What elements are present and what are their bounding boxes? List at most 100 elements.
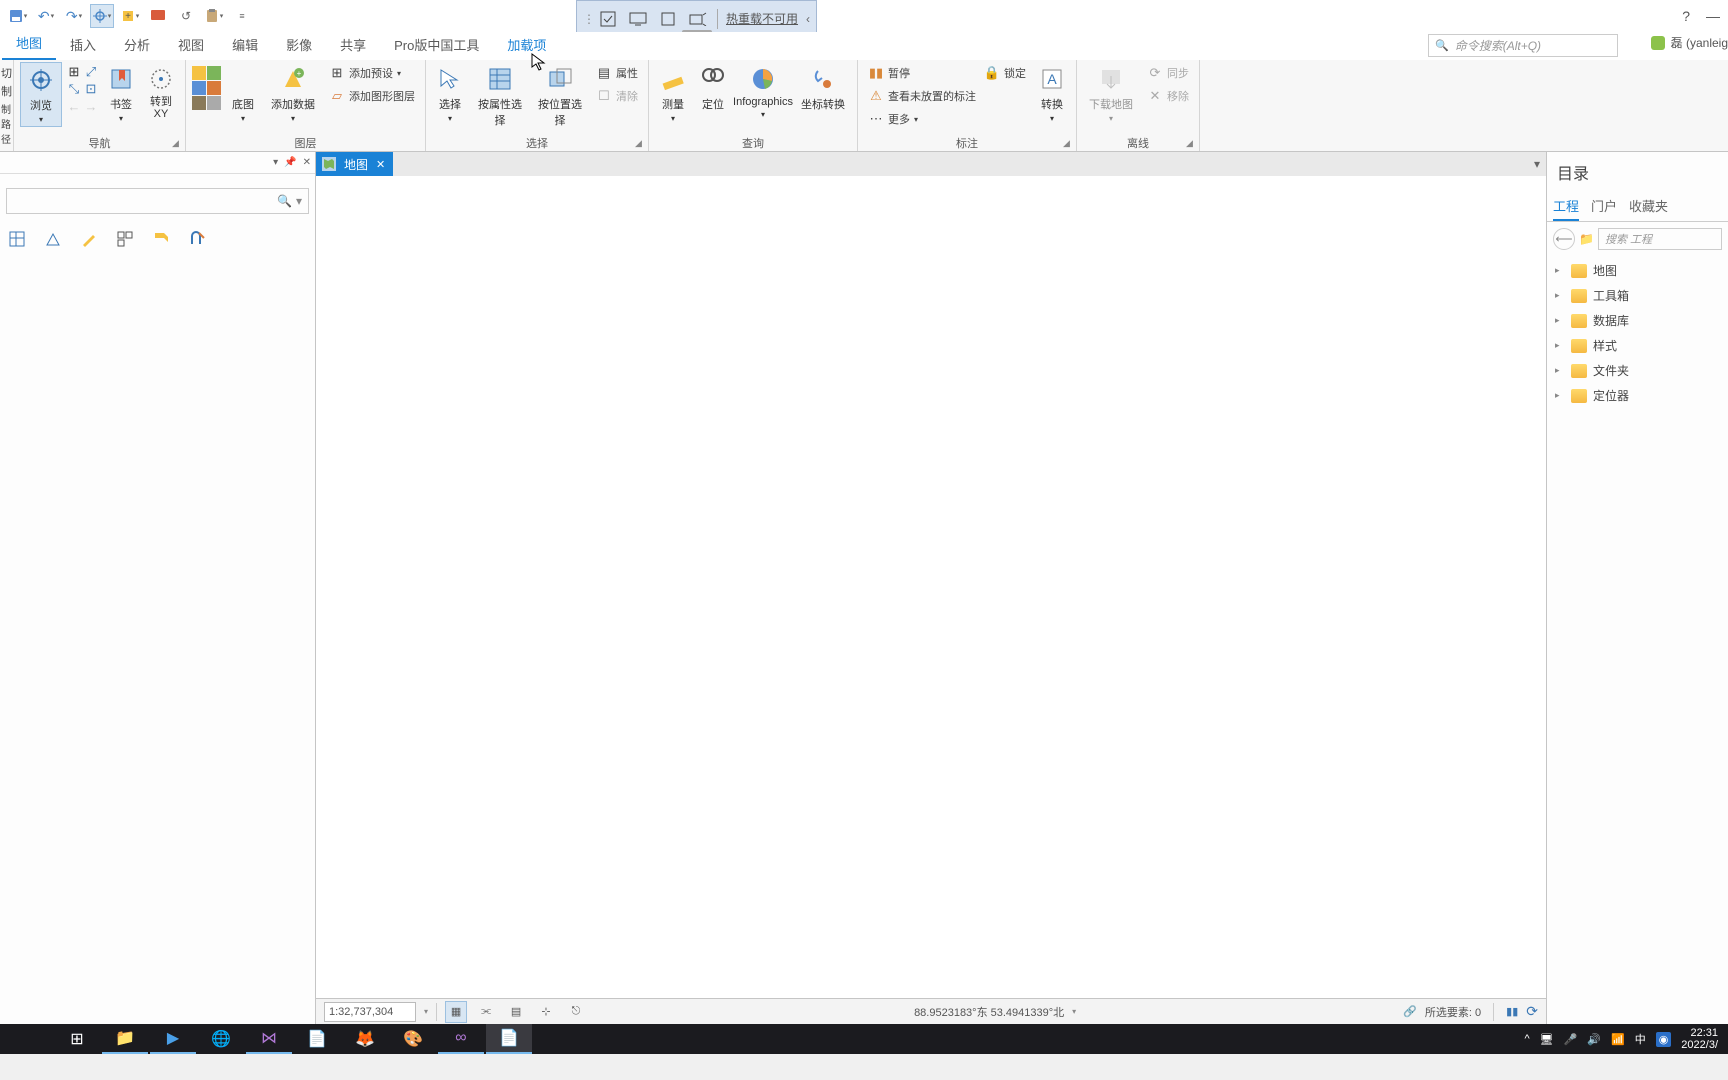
pause-drawing-icon[interactable]: ▮▮ (1506, 1005, 1518, 1018)
vs2-button[interactable]: ∞ (438, 1024, 484, 1054)
redo-button[interactable]: ↷ (62, 4, 86, 28)
view-unplaced-button[interactable]: ⚠查看未放置的标注 (864, 85, 980, 107)
catalog-tab-fav[interactable]: 收藏夹 (1629, 192, 1668, 221)
app1-button[interactable]: 📄 (294, 1024, 340, 1054)
user-badge[interactable]: 磊 (yanleig (1651, 34, 1728, 51)
contents-search[interactable]: 🔍 ▾ (6, 188, 309, 214)
locate-button[interactable]: 定位 (695, 62, 731, 114)
vs-button[interactable]: ⋈ (246, 1024, 292, 1054)
debug-icon-3[interactable] (657, 8, 679, 30)
tray-volume-icon[interactable]: 🔊 (1587, 1033, 1601, 1046)
source-icon[interactable]: 🔗 (1403, 1005, 1417, 1018)
map-tab[interactable]: 地图 ✕ (316, 152, 393, 176)
add-preset-button[interactable]: ⊞添加预设 ▾ (325, 62, 419, 84)
forward-icon[interactable]: → (83, 98, 99, 114)
tray-mic-icon[interactable]: 🎤 (1564, 1033, 1578, 1046)
remove-button[interactable]: ✕移除 (1143, 85, 1193, 107)
back-icon[interactable]: ← (66, 98, 82, 114)
panel-close-icon[interactable]: ✕ (303, 157, 311, 168)
tab-share[interactable]: 共享 (326, 29, 380, 60)
media-button[interactable]: ▶ (150, 1024, 196, 1054)
notepad-button[interactable]: 📄 (486, 1024, 532, 1054)
sync-button[interactable]: ⟳同步 (1143, 62, 1193, 84)
start-button[interactable] (6, 1024, 52, 1054)
pause-labels-button[interactable]: ▮▮暂停 (864, 62, 980, 84)
tree-maps[interactable]: 地图 (1553, 258, 1722, 283)
help-button[interactable]: ? (1682, 8, 1690, 24)
select-by-attr-button[interactable]: 按属性选择 (472, 62, 528, 130)
tree-databases[interactable]: 数据库 (1553, 308, 1722, 333)
task-view-button[interactable]: ⊞ (54, 1024, 100, 1054)
catalog-back-button[interactable]: ⟵ (1553, 228, 1575, 250)
explore-tool-button[interactable] (90, 4, 114, 28)
select-launcher[interactable]: ◢ (635, 138, 645, 148)
coord-convert-button[interactable]: 坐标转换 (795, 62, 851, 114)
refresh-icon[interactable]: ⟳ (1526, 1003, 1538, 1020)
debug-collapse[interactable]: ‹ (806, 12, 810, 26)
command-search[interactable]: 命令搜索(Alt+Q) (1428, 34, 1618, 57)
snap-toggle[interactable]: ▦ (445, 1001, 467, 1023)
bookmarks-button[interactable]: 书签▾ (103, 62, 139, 125)
close-tab-icon[interactable]: ✕ (376, 158, 385, 171)
save-button[interactable] (6, 4, 30, 28)
fixed-zoom-in-icon[interactable]: ⤢ (83, 64, 99, 80)
debug-icon-1[interactable] (597, 8, 619, 30)
add-graphic-layer-button[interactable]: ▱添加图形图层 (325, 85, 419, 107)
clear-selection-button[interactable]: ☐清除 (592, 85, 642, 107)
undo-button[interactable]: ↶ (34, 4, 58, 28)
measure-button[interactable]: 测量▾ (655, 62, 691, 125)
hot-reload-link[interactable]: 热重载不可用 (726, 10, 798, 27)
tab-map[interactable]: 地图 (2, 27, 56, 60)
list-by-source-icon[interactable] (42, 228, 64, 250)
tray-ime[interactable]: 中 (1635, 1031, 1646, 1047)
catalog-tab-project[interactable]: 工程 (1553, 192, 1579, 221)
debug-icon-4[interactable] (687, 8, 709, 30)
goto-xy-button[interactable]: 转到 XY (143, 62, 179, 122)
grid-toggle[interactable]: ⫘ (475, 1001, 497, 1023)
tray-clock[interactable]: 22:312022/3/ (1681, 1027, 1718, 1051)
tab-edit[interactable]: 编辑 (218, 29, 272, 60)
tree-locators[interactable]: 定位器 (1553, 383, 1722, 408)
list-by-edit-icon[interactable] (78, 228, 100, 250)
add-data-button-large[interactable]: + 添加数据▾ (265, 62, 321, 125)
minimize-button[interactable]: — (1706, 8, 1720, 24)
tab-cn-tools[interactable]: Pro版中国工具 (380, 29, 493, 60)
tree-toolboxes[interactable]: 工具箱 (1553, 283, 1722, 308)
label-launcher[interactable]: ◢ (1063, 138, 1073, 148)
download-map-button[interactable]: 下载地图▾ (1083, 62, 1139, 125)
more-labels-button[interactable]: ⋯更多 ▾ (864, 108, 980, 130)
offline-launcher[interactable]: ◢ (1186, 138, 1196, 148)
panel-menu-icon[interactable]: ▾ (273, 157, 278, 168)
paste-button[interactable] (202, 4, 226, 28)
list-by-label-icon[interactable] (150, 228, 172, 250)
fixed-zoom-out-icon[interactable]: ⤡ (66, 81, 82, 97)
catalog-search[interactable]: 搜索 工程 (1598, 228, 1722, 250)
panel-pin-icon[interactable]: 📌 (284, 157, 296, 168)
lock-labels-button[interactable]: 🔒锁定 (980, 62, 1030, 84)
attributes-button[interactable]: ▤属性 (592, 62, 642, 84)
tray-chevron-icon[interactable]: ^ (1524, 1033, 1529, 1045)
infographics-button[interactable]: Infographics▾ (735, 62, 791, 121)
tray-app-icon[interactable]: ◉ (1656, 1032, 1672, 1047)
tray-monitor-icon[interactable]: 🖥 (1540, 1033, 1554, 1046)
list-by-drawing-icon[interactable] (6, 228, 28, 250)
tabs-menu-icon[interactable]: ▾ (1534, 157, 1540, 171)
tab-view[interactable]: 视图 (164, 29, 218, 60)
tab-analysis[interactable]: 分析 (110, 29, 164, 60)
qat-customize[interactable]: ≡ (230, 4, 254, 28)
scale-input[interactable]: 1:32,737,304 (324, 1002, 416, 1022)
nav-launcher[interactable]: ◢ (172, 138, 182, 148)
history-button[interactable]: ↺ (174, 4, 198, 28)
list-by-snap-icon[interactable] (186, 228, 208, 250)
tab-addins[interactable]: 加载项 (493, 29, 560, 60)
debug-icon-2[interactable] (627, 8, 649, 30)
presentation-button[interactable] (146, 4, 170, 28)
dynamic-toggle[interactable]: ▤ (505, 1001, 527, 1023)
constraint-toggle[interactable]: ⊹ (535, 1001, 557, 1023)
explore-button[interactable]: 浏览▾ (20, 62, 62, 127)
firefox-button[interactable]: 🦊 (342, 1024, 388, 1054)
list-by-select-icon[interactable] (114, 228, 136, 250)
basemap-button[interactable]: 底图▾ (225, 62, 261, 125)
convert-labels-button[interactable]: A 转换▾ (1034, 62, 1070, 125)
tab-insert[interactable]: 插入 (56, 29, 110, 60)
